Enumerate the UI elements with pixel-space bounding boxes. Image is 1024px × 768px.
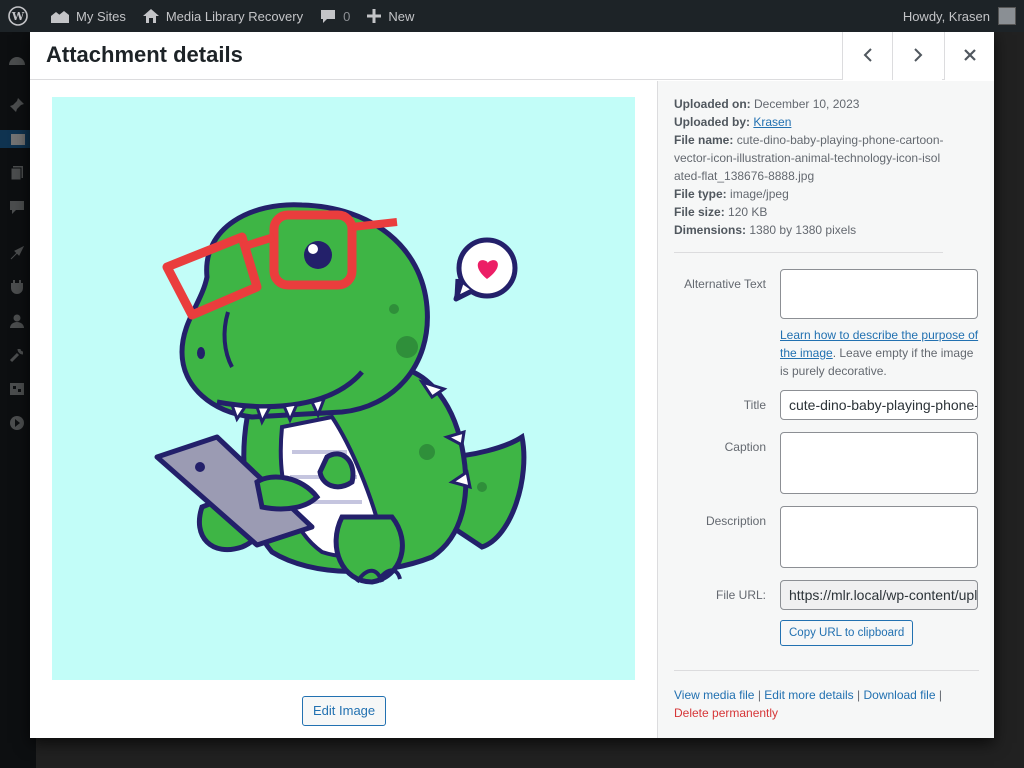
uploaded-on-label: Uploaded on: [674, 97, 751, 111]
file-url-label: File URL: [715, 588, 766, 602]
file-details: Uploaded on: December 10, 2023 Uploaded … [674, 95, 944, 239]
dimensions-label: Dimensions: [674, 223, 747, 237]
caption-label: Caption [724, 440, 766, 454]
attachment-details-modal: Attachment details Edit Image Uploaded o… [30, 30, 994, 738]
svg-text:W: W [11, 10, 25, 23]
new-content-menu[interactable]: New [358, 0, 422, 32]
dimensions-value: 1380 by 1380 pixels [749, 223, 857, 237]
plus-icon [367, 9, 382, 23]
divider [674, 252, 943, 253]
greeting-text: Howdy, Krasen [902, 8, 990, 24]
alt-text-field[interactable] [780, 269, 978, 319]
file-url-field[interactable]: https://mlr.local/wp-content/uploads/202… [780, 580, 978, 610]
view-media-file-link[interactable]: View media file [674, 688, 754, 702]
comment-icon [321, 10, 336, 23]
uploaded-by-label: Uploaded by: [674, 115, 751, 129]
edit-more-details-link[interactable]: Edit more details [764, 688, 853, 702]
close-button[interactable] [944, 30, 994, 80]
file-name-label: File name: [674, 133, 734, 147]
next-button[interactable] [892, 30, 942, 80]
file-type-value: image/jpeg [730, 187, 789, 201]
alt-text-label: Alternative Text [684, 277, 766, 291]
my-sites-icon [51, 11, 69, 23]
new-label: New [388, 8, 415, 24]
home-icon [142, 9, 159, 23]
separator: | [857, 688, 861, 702]
avatar [998, 7, 1016, 25]
download-file-link[interactable]: Download file [863, 688, 935, 702]
alt-text-help: Learn how to describe the purpose of the… [780, 326, 980, 380]
file-type-label: File type: [674, 187, 727, 201]
site-name-menu[interactable]: Media Library Recovery [134, 0, 311, 32]
delete-permanently-link[interactable]: Delete permanently [674, 706, 778, 720]
chevron-right-icon [913, 48, 922, 62]
divider [674, 670, 979, 671]
wordpress-logo-button[interactable]: W [0, 0, 42, 32]
admin-bar: W My Sites Media Library Recovery 0 New … [0, 0, 1024, 32]
comments-menu[interactable]: 0 [311, 0, 358, 32]
separator: | [757, 688, 761, 702]
copy-url-button[interactable]: Copy URL to clipboard [780, 620, 914, 646]
title-field[interactable]: cute-dino-baby-playing-phone-cartoon-vec… [780, 390, 978, 420]
description-label: Description [705, 514, 766, 528]
my-sites-label: My Sites [76, 8, 126, 24]
description-field[interactable] [780, 506, 978, 568]
title-label: Title [743, 398, 766, 412]
file-size-label: File size: [674, 205, 725, 219]
uploaded-by-link[interactable]: Krasen [753, 115, 791, 129]
attachment-actions: View media file | Edit more details | Do… [674, 686, 974, 722]
dino-illustration [154, 202, 527, 585]
account-menu[interactable]: Howdy, Krasen [903, 7, 1024, 25]
edit-image-button[interactable]: Edit Image [302, 696, 387, 726]
close-icon [963, 49, 976, 61]
comments-count: 0 [343, 8, 351, 24]
file-size-value: 120 KB [728, 205, 768, 219]
caption-field[interactable] [780, 432, 978, 494]
chevron-left-icon [863, 48, 872, 62]
wordpress-icon: W [8, 6, 28, 26]
modal-title: Attachment details [46, 42, 243, 67]
my-sites-menu[interactable]: My Sites [42, 0, 134, 32]
uploaded-on-value: December 10, 2023 [754, 97, 860, 111]
separator: | [938, 688, 942, 702]
attachment-info-panel: Uploaded on: December 10, 2023 Uploaded … [657, 81, 994, 738]
site-name-label: Media Library Recovery [165, 8, 304, 24]
heart-bubble-icon [453, 237, 518, 302]
previous-button[interactable] [842, 30, 892, 80]
modal-header: Attachment details [30, 30, 994, 80]
attachment-image [52, 97, 635, 680]
image-preview-area: Edit Image [30, 81, 657, 738]
